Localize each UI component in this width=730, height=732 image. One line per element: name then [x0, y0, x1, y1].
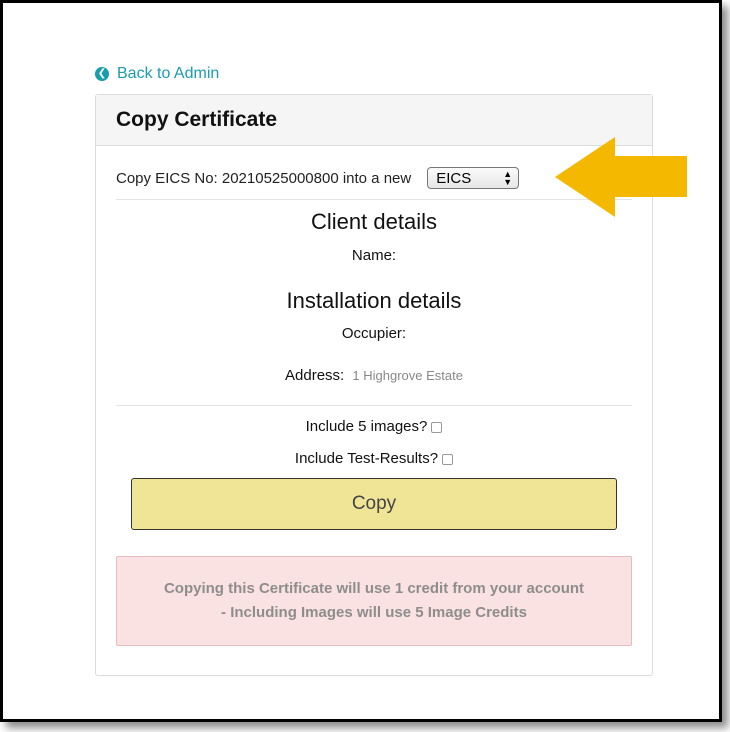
- installation-details-heading: Installation details: [286, 288, 462, 313]
- credit-notice-line2: - Including Images will use 5 Image Cred…: [221, 604, 527, 621]
- certificate-type-select[interactable]: EICS ▲ ▼: [427, 167, 520, 189]
- pointer-arrow-icon: [555, 137, 687, 217]
- client-name-label: Name:: [351, 247, 397, 264]
- credit-notice-line1: Copying this Certificate will use 1 cred…: [163, 580, 585, 597]
- select-value: EICS: [436, 169, 472, 187]
- divider: [116, 405, 632, 406]
- include-results-checkbox[interactable]: [442, 453, 454, 465]
- copy-row-text: Copy EICS No: 20210525000800 into a new: [116, 169, 412, 187]
- back-link-label: Back to Admin: [117, 65, 220, 82]
- include-images-label: Include 5 images?: [305, 418, 428, 435]
- credit-notice: Copying this Certificate will use 1 cred…: [116, 556, 632, 646]
- include-results-label: Include Test-Results?: [294, 450, 439, 467]
- chevron-left-circle-icon: ❮: [95, 67, 109, 81]
- copy-button[interactable]: Copy: [131, 478, 617, 530]
- back-to-admin-link[interactable]: ❮ Back to Admin: [95, 65, 219, 83]
- occupier-label: Occupier:: [341, 325, 407, 342]
- address-label: Address:: [285, 367, 345, 384]
- address-value: 1 Highgrove Estate: [352, 368, 463, 383]
- screenshot-frame: ❮ Back to Admin Copy Certificate Copy EI…: [0, 0, 722, 722]
- include-images-row: Include 5 images?: [96, 418, 652, 435]
- include-images-checkbox[interactable]: [431, 421, 443, 433]
- include-results-row: Include Test-Results?: [96, 450, 652, 467]
- select-arrows-icon: ▲ ▼: [503, 169, 513, 187]
- address-row: Address: 1 Highgrove Estate: [96, 367, 652, 384]
